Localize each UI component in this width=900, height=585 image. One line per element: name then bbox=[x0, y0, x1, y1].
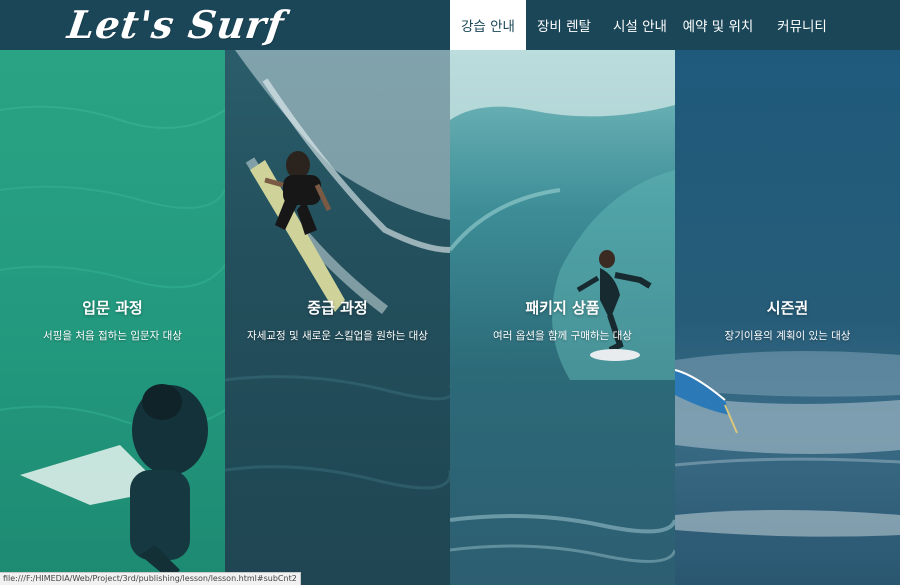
panel-description: 서핑을 처음 접하는 입문자 대상 bbox=[43, 330, 182, 342]
nav-item-rental[interactable]: 장비 렌탈 bbox=[526, 0, 602, 50]
panel-season-pass[interactable]: 시즌권 장기이용의 계획이 있는 대상 bbox=[675, 50, 900, 585]
nav-item-community[interactable]: 커뮤니티 bbox=[758, 0, 846, 50]
main-nav: 강습 안내 장비 렌탈 시설 안내 예약 및 위치 커뮤니티 bbox=[450, 0, 846, 50]
panel-description: 자세교정 및 새로운 스킬업을 원하는 대상 bbox=[247, 330, 428, 342]
panel-package[interactable]: 패키지 상품 여러 옵션을 함께 구매하는 대상 bbox=[450, 50, 675, 585]
panel-title: 패키지 상품 bbox=[525, 299, 600, 317]
panel-season-pass-text: 시즌권 장기이용의 계획이 있는 대상 bbox=[675, 297, 900, 343]
panel-package-text: 패키지 상품 여러 옵션을 함께 구매하는 대상 bbox=[450, 297, 675, 343]
lesson-panels: 입문 과정 서핑을 처음 접하는 입문자 대상 중급 과정 자세교정 및 새로운… bbox=[0, 50, 900, 585]
panel-beginner-text: 입문 과정 서핑을 처음 접하는 입문자 대상 bbox=[0, 297, 225, 343]
nav-item-reservation[interactable]: 예약 및 위치 bbox=[678, 0, 758, 50]
browser-status-url: file:///F:/HIMEDIA/Web/Project/3rd/publi… bbox=[0, 572, 301, 585]
site-logo[interactable]: Let's Surf bbox=[65, 2, 287, 47]
panel-description: 여러 옵션을 함께 구매하는 대상 bbox=[493, 330, 632, 342]
panel-title: 중급 과정 bbox=[307, 299, 368, 317]
panel-intermediate-text: 중급 과정 자세교정 및 새로운 스킬업을 원하는 대상 bbox=[225, 297, 450, 343]
panel-intermediate[interactable]: 중급 과정 자세교정 및 새로운 스킬업을 원하는 대상 bbox=[225, 50, 450, 585]
nav-item-lessons[interactable]: 강습 안내 bbox=[450, 0, 526, 50]
nav-item-facilities[interactable]: 시설 안내 bbox=[602, 0, 678, 50]
panel-title: 입문 과정 bbox=[82, 299, 143, 317]
panel-title: 시즌권 bbox=[766, 299, 809, 317]
site-header: Let's Surf 강습 안내 장비 렌탈 시설 안내 예약 및 위치 커뮤니… bbox=[0, 0, 900, 50]
page: Let's Surf 강습 안내 장비 렌탈 시설 안내 예약 및 위치 커뮤니… bbox=[0, 0, 900, 585]
panel-beginner[interactable]: 입문 과정 서핑을 처음 접하는 입문자 대상 bbox=[0, 50, 225, 585]
panel-description: 장기이용의 계획이 있는 대상 bbox=[724, 330, 851, 342]
